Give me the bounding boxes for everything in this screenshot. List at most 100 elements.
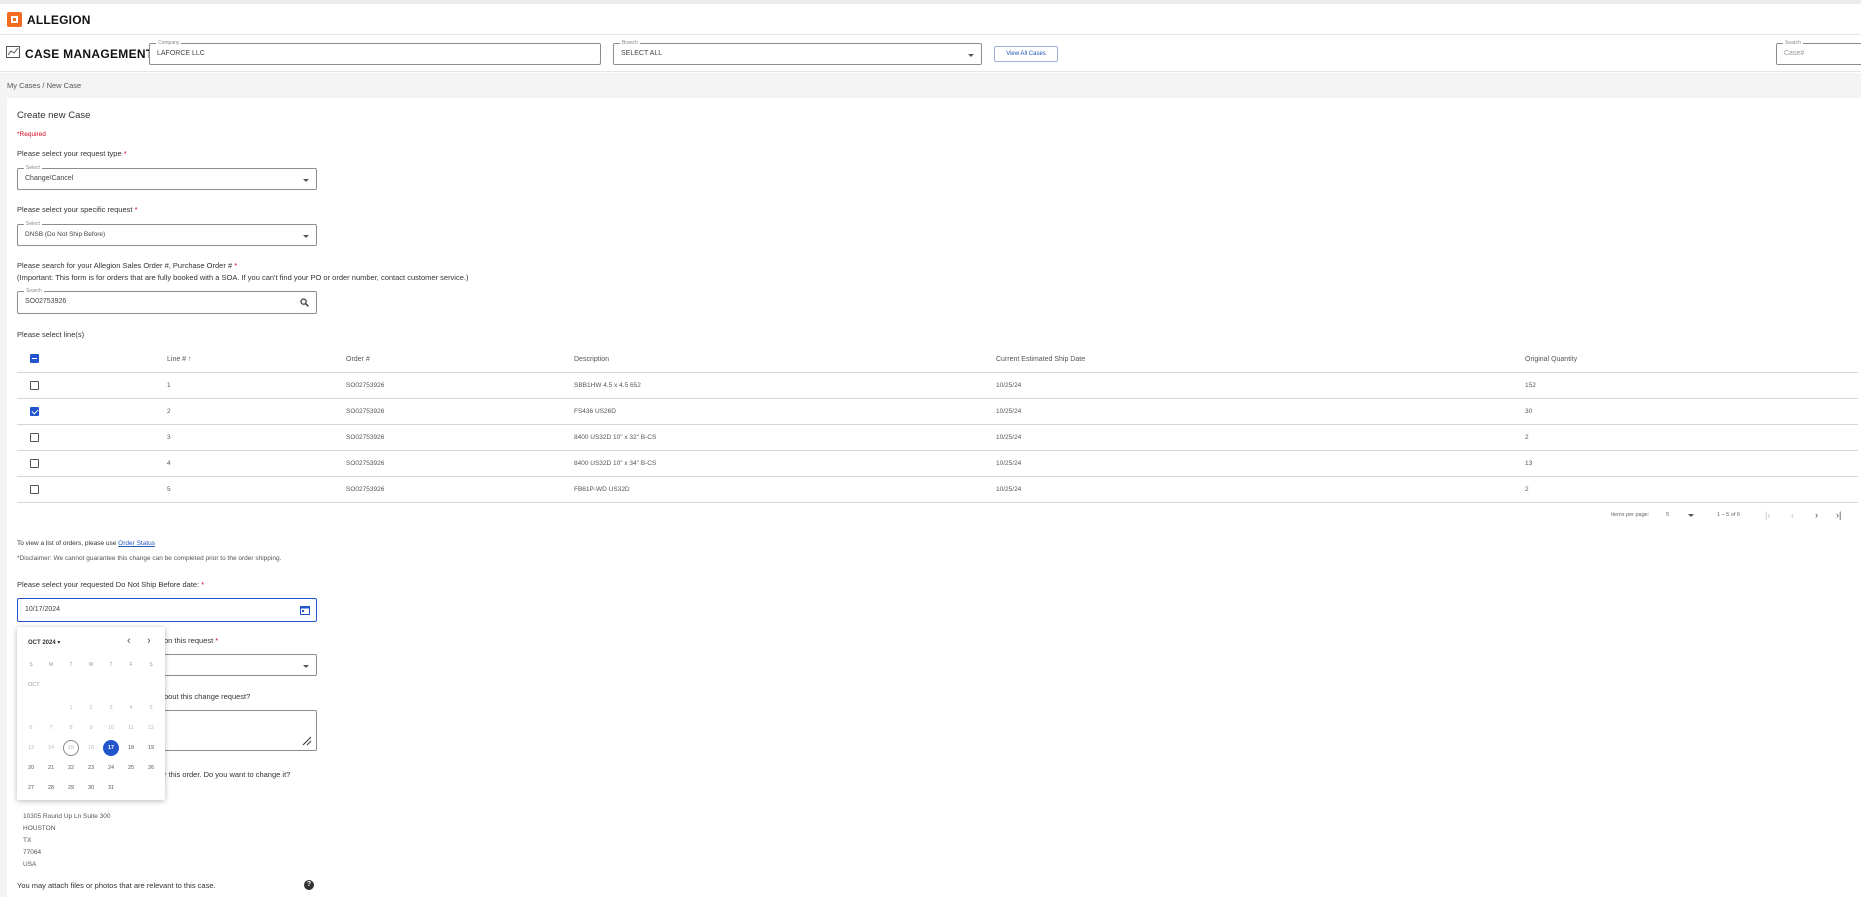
address-line-1: 10305 Round Up Ln Suite 300: [23, 813, 111, 820]
weekday-label: F: [129, 662, 133, 668]
row-checkbox[interactable]: [30, 433, 39, 442]
dnsb-question: Please select your requested Do Not Ship…: [17, 580, 205, 589]
table-row[interactable]: 2 SO02753926 FS436 US26D 10/25/24 30: [17, 399, 1858, 425]
cell-quantity: 30: [1525, 408, 1533, 415]
request-type-select[interactable]: Select Change/Cancel: [17, 164, 317, 190]
calendar-day[interactable]: 21: [43, 760, 59, 776]
page-size-select[interactable]: 5: [1666, 512, 1696, 518]
weekday-label: S: [149, 662, 153, 668]
breadcrumb-bar: [0, 73, 1861, 98]
row-checkbox[interactable]: [30, 407, 39, 416]
calendar-icon[interactable]: [300, 605, 310, 615]
calendar-day[interactable]: 27: [23, 780, 39, 796]
calendar-day[interactable]: 19: [143, 740, 159, 756]
cell-line: 2: [167, 408, 171, 415]
table-row[interactable]: 4 SO02753926 8400 US32D 10" x 34" B-CS 10/2…: [17, 451, 1858, 477]
calendar-day: 1: [69, 705, 73, 711]
specific-request-select[interactable]: Select DNSB (Do Not Ship Before): [17, 220, 317, 246]
chart-line-icon: [6, 46, 20, 58]
calendar-day: 4: [129, 705, 133, 711]
calendar-day[interactable]: 24: [103, 760, 119, 776]
previous-month-icon[interactable]: ‹: [127, 635, 131, 647]
case-search-input[interactable]: Search Case#: [1776, 39, 1861, 65]
order-search-input[interactable]: Search SO02753926: [17, 287, 317, 314]
cell-line: 3: [167, 434, 171, 441]
previous-page-icon[interactable]: ‹: [1791, 510, 1794, 520]
app-title: CASE MANAGEMENT: [25, 47, 154, 61]
cell-order: SO02753926: [346, 486, 385, 493]
cell-line: 5: [167, 486, 171, 493]
header-line[interactable]: Line # ↑: [167, 356, 192, 363]
header-ship-date[interactable]: Current Estimated Ship Date: [996, 356, 1085, 363]
last-page-icon[interactable]: ›|: [1836, 510, 1841, 520]
calendar-day[interactable]: 29: [63, 780, 79, 796]
date-picker-popup: OCT 2024 ▾ ‹ › SMTWTFS OCT 1 2 3 4 5 6 7 8 9 10 11…: [17, 627, 165, 800]
cell-line: 1: [167, 382, 171, 389]
request-type-value: Change/Cancel: [25, 175, 74, 182]
row-checkbox[interactable]: [30, 381, 39, 390]
calendar-day[interactable]: 30: [83, 780, 99, 796]
company-select[interactable]: Company LAFORCE LLC: [149, 39, 601, 65]
address-state: TX: [23, 837, 32, 844]
header-quantity[interactable]: Original Quantity: [1525, 356, 1577, 363]
calendar-day: 12: [147, 725, 155, 731]
header-order[interactable]: Order #: [346, 356, 370, 363]
help-icon[interactable]: ?: [304, 880, 314, 890]
request-type-question: Please select your request type *: [17, 149, 127, 158]
calendar-day[interactable]: 25: [123, 760, 139, 776]
row-checkbox[interactable]: [30, 459, 39, 468]
cell-quantity: 13: [1525, 460, 1533, 467]
next-month-icon[interactable]: ›: [147, 635, 151, 647]
calendar-day: 3: [109, 705, 113, 711]
cell-order: SO02753926: [346, 434, 385, 441]
period-select[interactable]: OCT 2024 ▾: [28, 639, 60, 646]
attach-files-text: You may attach files or photos that are …: [17, 881, 216, 890]
table-row[interactable]: 3 SO02753926 8400 US32D 10" x 32" B-CS 10/2…: [17, 425, 1858, 451]
required-note: *Required: [17, 131, 46, 138]
table-row[interactable]: 1 SO02753926 SBB1HW 4.5 x 4.5 652 10/25/24 1…: [17, 373, 1858, 399]
reason-select[interactable]: [155, 654, 317, 676]
view-all-cases-button[interactable]: View All Cases: [994, 46, 1058, 62]
cell-quantity: 2: [1525, 486, 1529, 493]
calendar-day[interactable]: 26: [143, 760, 159, 776]
address-question-partial: r this order. Do you want to change it?: [164, 770, 291, 779]
calendar-day[interactable]: 20: [23, 760, 39, 776]
calendar-day: 9: [89, 725, 93, 731]
calendar-day[interactable]: 28: [43, 780, 59, 796]
branch-select[interactable]: Branch SELECT ALL: [613, 39, 982, 65]
cell-ship-date: 10/25/24: [996, 408, 1022, 415]
next-page-icon[interactable]: ›: [1815, 510, 1818, 520]
brand-bar: ALLEGION: [0, 4, 1861, 35]
calendar-day: 8: [69, 725, 73, 731]
dnsb-date-input[interactable]: 10/17/2024: [17, 598, 317, 622]
calendar-day[interactable]: 22: [63, 760, 79, 776]
order-status-link[interactable]: Order Status: [118, 540, 155, 547]
chevron-down-icon: [303, 665, 309, 668]
search-icon[interactable]: [300, 298, 309, 307]
order-search-important: (Important: This form is for orders that…: [17, 273, 469, 282]
lines-prompt: Please select line(s): [17, 330, 85, 339]
address-city: HOUSTON: [23, 825, 56, 832]
calendar-day[interactable]: 17: [103, 740, 119, 756]
header-description[interactable]: Description: [574, 356, 609, 363]
chevron-down-icon: [303, 235, 309, 238]
calendar-day[interactable]: 18: [123, 740, 139, 756]
calendar-day: 5: [149, 705, 153, 711]
table-row[interactable]: 5 SO02753926 FB61P-WD US32D 10/25/24 2: [17, 477, 1858, 503]
calendar-day[interactable]: 23: [83, 760, 99, 776]
specific-request-question: Please select your specific request *: [17, 205, 138, 214]
weekday-label: M: [48, 662, 54, 668]
row-checkbox[interactable]: [30, 485, 39, 494]
first-page-icon[interactable]: |‹: [1765, 510, 1770, 520]
weekday-label: S: [29, 662, 33, 668]
resize-handle-icon[interactable]: [302, 736, 312, 746]
calendar-day: 16: [87, 745, 95, 751]
calendar-day[interactable]: 31: [103, 780, 119, 796]
comments-textarea[interactable]: [155, 710, 317, 751]
company-value: LAFORCE LLC: [157, 50, 205, 57]
page-title: Create new Case: [17, 110, 91, 121]
order-status-text: To view a list of orders, please use Ord…: [17, 540, 156, 547]
address-country: USA: [23, 861, 37, 868]
reason-question-partial: on this request *: [164, 636, 219, 645]
select-all-checkbox[interactable]: [30, 354, 39, 363]
